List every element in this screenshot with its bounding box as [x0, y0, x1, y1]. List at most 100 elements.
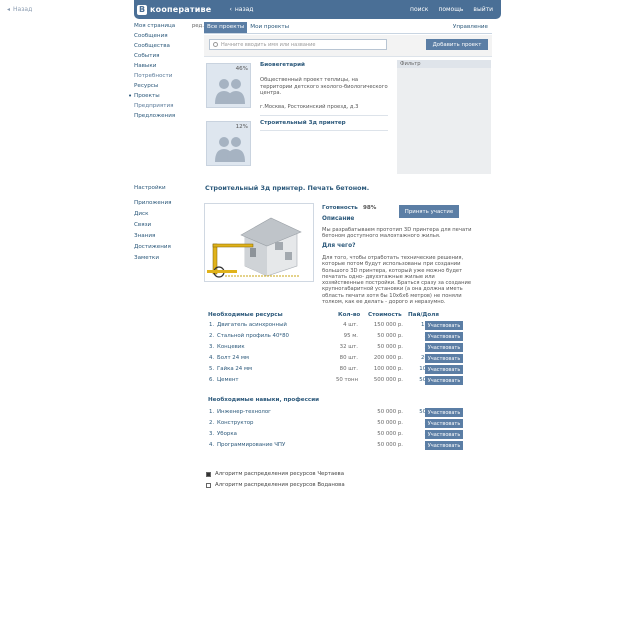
logo-icon: В	[137, 4, 147, 15]
resource-name[interactable]: Двигатель асинхронный	[217, 322, 287, 328]
header-back-button[interactable]: ‹ назад	[229, 6, 253, 13]
readiness-value: 98%	[363, 205, 377, 211]
resource-cost: 500 000 р.	[373, 377, 403, 383]
option-label: Алгоритм распределения ресурсов Чертаева	[215, 471, 344, 477]
skill-name[interactable]: Уборка	[217, 431, 237, 437]
resource-quantity: 50 тонн	[335, 377, 358, 383]
resource-name[interactable]: Цемент	[217, 377, 239, 383]
resource-row: 6. Цемент 50 тонн 500 000 р. 50 % Участв…	[208, 376, 463, 388]
checkbox-checked[interactable]	[206, 471, 211, 477]
arrow-left-icon: ◂	[7, 6, 11, 13]
project-card[interactable]: 46% Биовегетарий Общественный проект теп…	[204, 60, 390, 116]
option-label: Алгоритм распределения ресурсов Воданова	[215, 482, 345, 488]
sidebar-item-label: Сообщества	[134, 43, 170, 49]
row-number: 1.	[209, 409, 215, 415]
sidebar-item-resources[interactable]: Ресурсы	[134, 81, 204, 91]
resource-quantity: 80 шт.	[339, 355, 358, 361]
house-printer-image	[207, 217, 302, 278]
sidebar-item-apps[interactable]: Приложения	[134, 198, 204, 209]
sidebar-item-needs[interactable]: Потребности	[134, 71, 204, 81]
skill-cost: 50 000 р.	[377, 442, 403, 448]
participate-button[interactable]: Участвовать	[425, 321, 463, 330]
row-number: 2.	[209, 333, 215, 339]
project-avatar: 12%	[206, 121, 251, 166]
join-project-button[interactable]: Принять участие	[399, 205, 459, 218]
resource-name[interactable]: Концевик	[217, 344, 245, 350]
resource-name[interactable]: Гайка 24 мм	[217, 366, 252, 372]
algorithm-option-chertaev[interactable]: Алгоритм распределения ресурсов Чертаева	[206, 471, 344, 477]
participate-button[interactable]: Участвовать	[425, 343, 463, 352]
edit-link[interactable]: ред.	[192, 21, 204, 31]
logout-link[interactable]: выйти	[473, 6, 493, 13]
project-detail-title: Строительный 3д принтер. Печать бетоном.	[205, 184, 370, 192]
resource-name[interactable]: Стальной профиль 40*80	[217, 333, 289, 339]
help-link[interactable]: помощь	[438, 6, 463, 13]
header-back-label: назад	[234, 6, 254, 13]
project-avatar: 46%	[206, 63, 251, 108]
skill-name[interactable]: Инженер-технолог	[217, 409, 271, 415]
logo[interactable]: В кооперативе	[137, 4, 212, 15]
divider	[260, 130, 388, 131]
project-title[interactable]: Биовегетарий	[260, 62, 305, 68]
filter-label: Фильтр	[400, 61, 421, 67]
project-description: Общественный проект теплицы, на территор…	[260, 77, 388, 96]
project-progress: 46%	[235, 66, 248, 72]
project-title[interactable]: Строительный 3д принтер	[260, 120, 346, 126]
search-icon	[213, 42, 218, 47]
sidebar-nav: Моя страница ред. Сообщения Сообщества Со…	[128, 21, 204, 121]
sidebar-item-offers[interactable]: Предложения	[134, 111, 204, 121]
skill-name[interactable]: Конструктор	[217, 420, 253, 426]
sidebar-item-messages[interactable]: Сообщения	[134, 31, 204, 41]
participate-button[interactable]: Участвовать	[425, 441, 463, 450]
sidebar-secondary: Настройки Приложения Диск Связи Знания Д…	[134, 183, 204, 264]
sidebar-item-skills[interactable]: Навыки	[134, 61, 204, 71]
row-number: 2.	[209, 420, 215, 426]
tab-my-projects[interactable]: Мои проекты	[247, 22, 292, 33]
sidebar-item-notes[interactable]: Заметки	[134, 253, 204, 264]
search-bar: Начните вводить имя или название Добавит…	[204, 35, 492, 57]
sidebar-item-projects[interactable]: • Проекты	[128, 91, 204, 101]
resource-cost: 200 000 р.	[373, 355, 403, 361]
sidebar-item-settings[interactable]: Настройки	[134, 183, 204, 194]
back-link-label: Назад	[13, 6, 33, 13]
skill-cost: 50 000 р.	[377, 409, 403, 415]
participate-button[interactable]: Участвовать	[425, 408, 463, 417]
back-link[interactable]: ◂ Назад	[7, 6, 32, 13]
checkbox-unchecked[interactable]	[206, 482, 211, 488]
participate-button[interactable]: Участвовать	[425, 365, 463, 374]
sidebar-item-knowledge[interactable]: Знания	[134, 231, 204, 242]
description-text: Мы разрабатываем прототип 3D принтера дл…	[322, 227, 472, 240]
algorithm-option-vodanov[interactable]: Алгоритм распределения ресурсов Воданова	[206, 482, 345, 488]
tab-all-projects[interactable]: Все проекты	[204, 22, 248, 33]
search-link[interactable]: поиск	[410, 6, 428, 13]
project-card[interactable]: 12% Строительный 3д принтер	[204, 118, 390, 170]
manage-link[interactable]: Управление	[453, 22, 488, 33]
participate-button[interactable]: Участвовать	[425, 430, 463, 439]
sidebar-item-events[interactable]: События	[134, 51, 204, 61]
participate-button[interactable]: Участвовать	[425, 354, 463, 363]
sidebar-item-label: Потребности	[134, 73, 173, 79]
add-project-button[interactable]: Добавить проект	[426, 39, 488, 50]
row-number: 5.	[209, 366, 215, 372]
skill-row: 4. Программирование ЧПУ 50 000 р. 5% Уча…	[208, 441, 463, 453]
sidebar-item-my-page[interactable]: Моя страница ред.	[134, 21, 204, 31]
participate-button[interactable]: Участвовать	[425, 419, 463, 428]
search-placeholder: Начните вводить имя или название	[221, 41, 316, 48]
sidebar-item-connections[interactable]: Связи	[134, 220, 204, 231]
sidebar-item-enterprises[interactable]: Предприятия	[134, 101, 204, 111]
resource-name[interactable]: Болт 24 мм	[217, 355, 249, 361]
participate-button[interactable]: Участвовать	[425, 332, 463, 341]
logo-text: кооперативе	[150, 5, 212, 14]
project-address: г.Москва, Ростокинский проезд, д.3	[260, 104, 359, 110]
sidebar-item-achievements[interactable]: Достижения	[134, 242, 204, 253]
sidebar-item-label: Навыки	[134, 63, 157, 69]
sidebar-item-disk[interactable]: Диск	[134, 209, 204, 220]
people-icon	[215, 79, 245, 104]
sidebar-item-communities[interactable]: Сообщества	[134, 41, 204, 51]
filter-panel	[397, 60, 491, 174]
sidebar-item-label: Предприятия	[134, 103, 174, 109]
row-number: 3.	[209, 431, 215, 437]
participate-button[interactable]: Участвовать	[425, 376, 463, 385]
search-input[interactable]: Начните вводить имя или название	[209, 39, 387, 50]
skill-name[interactable]: Программирование ЧПУ	[217, 442, 285, 448]
